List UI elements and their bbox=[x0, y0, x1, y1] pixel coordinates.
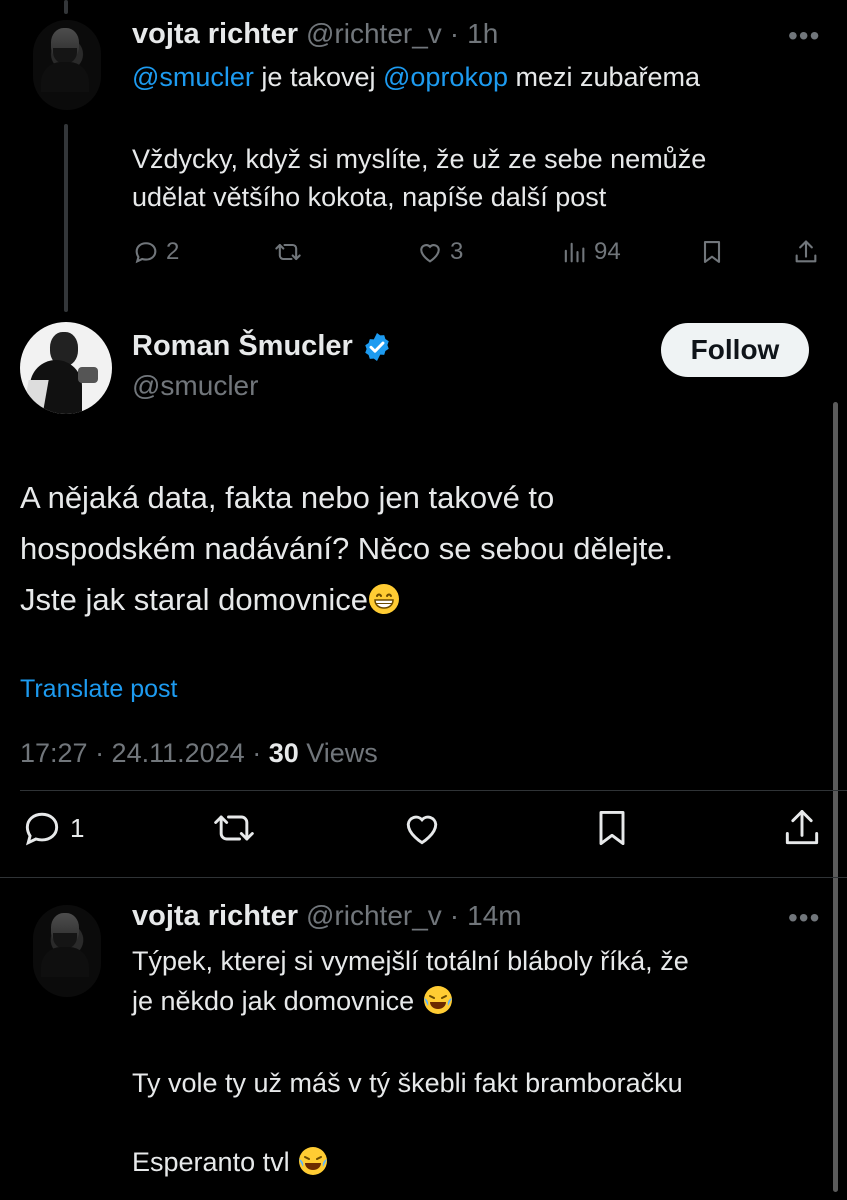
more-options-button[interactable]: ••• bbox=[788, 902, 820, 934]
main-reply-button[interactable]: 1 bbox=[20, 806, 84, 850]
heart-icon bbox=[420, 244, 440, 263]
views-button[interactable]: 94 bbox=[560, 238, 621, 266]
views-icon bbox=[564, 242, 585, 263]
reply-count: 2 bbox=[166, 238, 180, 265]
translate-post-link[interactable]: Translate post bbox=[20, 675, 177, 704]
like-button[interactable]: 3 bbox=[416, 238, 463, 266]
reply-text-line4: Esperanto tvl bbox=[132, 1143, 329, 1181]
post-metadata: 17:27 · 24.11.2024 · 30 Views bbox=[20, 738, 378, 769]
reply-time[interactable]: 14m bbox=[467, 900, 521, 932]
repost-icon bbox=[214, 815, 254, 841]
reply-author-name[interactable]: vojta richter bbox=[132, 900, 298, 933]
avatar-roman-smucler[interactable] bbox=[20, 322, 112, 414]
tweet1-header: vojta richter @richter_v · 1h bbox=[132, 18, 498, 54]
tears-of-joy-emoji-icon bbox=[299, 1147, 328, 1175]
more-options-button[interactable]: ••• bbox=[788, 20, 820, 52]
heart-icon bbox=[406, 815, 438, 845]
verified-badge-icon[interactable] bbox=[361, 331, 393, 363]
views-count: 30 bbox=[268, 738, 299, 768]
repost-button[interactable] bbox=[274, 238, 302, 266]
divider bbox=[0, 877, 847, 878]
main-author-row: Roman Šmucler bbox=[132, 330, 393, 363]
grinning-emoji-icon bbox=[369, 584, 400, 614]
mention-oprokop[interactable]: @oprokop bbox=[383, 62, 508, 92]
reply-author-handle[interactable]: @richter_v bbox=[306, 900, 442, 932]
divider bbox=[20, 790, 847, 791]
reply-text-line2: je někdo jak domovnice bbox=[132, 982, 454, 1020]
author-handle[interactable]: @richter_v bbox=[306, 18, 442, 50]
reply-header: vojta richter @richter_v · 14m bbox=[132, 900, 522, 936]
repost-icon bbox=[275, 243, 301, 261]
main-post-text: A nějaká data, fakta nebo jen takové to … bbox=[20, 480, 674, 617]
share-icon bbox=[785, 810, 819, 845]
bookmark-button[interactable] bbox=[698, 238, 726, 266]
mention-smucler[interactable]: @smucler bbox=[132, 62, 254, 92]
tears-of-joy-emoji-icon bbox=[423, 986, 452, 1014]
reply-icon bbox=[135, 242, 157, 264]
tweet1-text-line1: @smucler je takovej @oprokop mezi zubaře… bbox=[132, 62, 701, 92]
post-timestamp[interactable]: 17:27 · 24.11.2024 · bbox=[20, 738, 269, 768]
bookmark-icon bbox=[703, 241, 721, 263]
post-time[interactable]: 1h bbox=[467, 18, 498, 50]
share-icon bbox=[795, 240, 817, 263]
thread-line-top bbox=[64, 0, 68, 14]
author-name[interactable]: vojta richter bbox=[132, 18, 298, 51]
main-bookmark-button[interactable] bbox=[590, 806, 634, 850]
view-count: 94 bbox=[594, 238, 621, 265]
like-count: 3 bbox=[450, 238, 464, 265]
main-repost-button[interactable] bbox=[212, 806, 256, 850]
bookmark-icon bbox=[599, 810, 625, 846]
main-author-name[interactable]: Roman Šmucler bbox=[132, 330, 353, 363]
separator-dot: · bbox=[449, 900, 460, 931]
share-button[interactable] bbox=[792, 238, 820, 266]
reply-text-line3: Ty vole ty už máš v tý škebli fakt bramb… bbox=[132, 1068, 683, 1098]
tweet1-text-para2: Vždycky, když si myslíte, že už ze sebe … bbox=[132, 144, 707, 212]
separator-dot: · bbox=[449, 18, 460, 49]
avatar-vojta-richter[interactable] bbox=[33, 905, 101, 997]
avatar-vojta-richter[interactable] bbox=[33, 20, 101, 110]
main-actions: 1 bbox=[20, 806, 830, 854]
follow-button[interactable]: Follow bbox=[661, 323, 809, 377]
main-share-button[interactable] bbox=[780, 806, 824, 850]
tweet1-actions: 2 3 94 bbox=[132, 236, 826, 276]
views-label: Views bbox=[298, 738, 378, 768]
main-author-handle[interactable]: @smucler bbox=[132, 370, 258, 402]
reply-text-line1: Týpek, kterej si vymejšlí totální blábol… bbox=[132, 946, 689, 976]
main-reply-count: 1 bbox=[70, 812, 85, 843]
thread-line bbox=[64, 124, 68, 312]
reply-button[interactable]: 2 bbox=[132, 238, 179, 266]
reply-icon bbox=[25, 812, 59, 846]
scrollbar[interactable] bbox=[833, 402, 838, 1192]
main-like-button[interactable] bbox=[400, 806, 444, 850]
